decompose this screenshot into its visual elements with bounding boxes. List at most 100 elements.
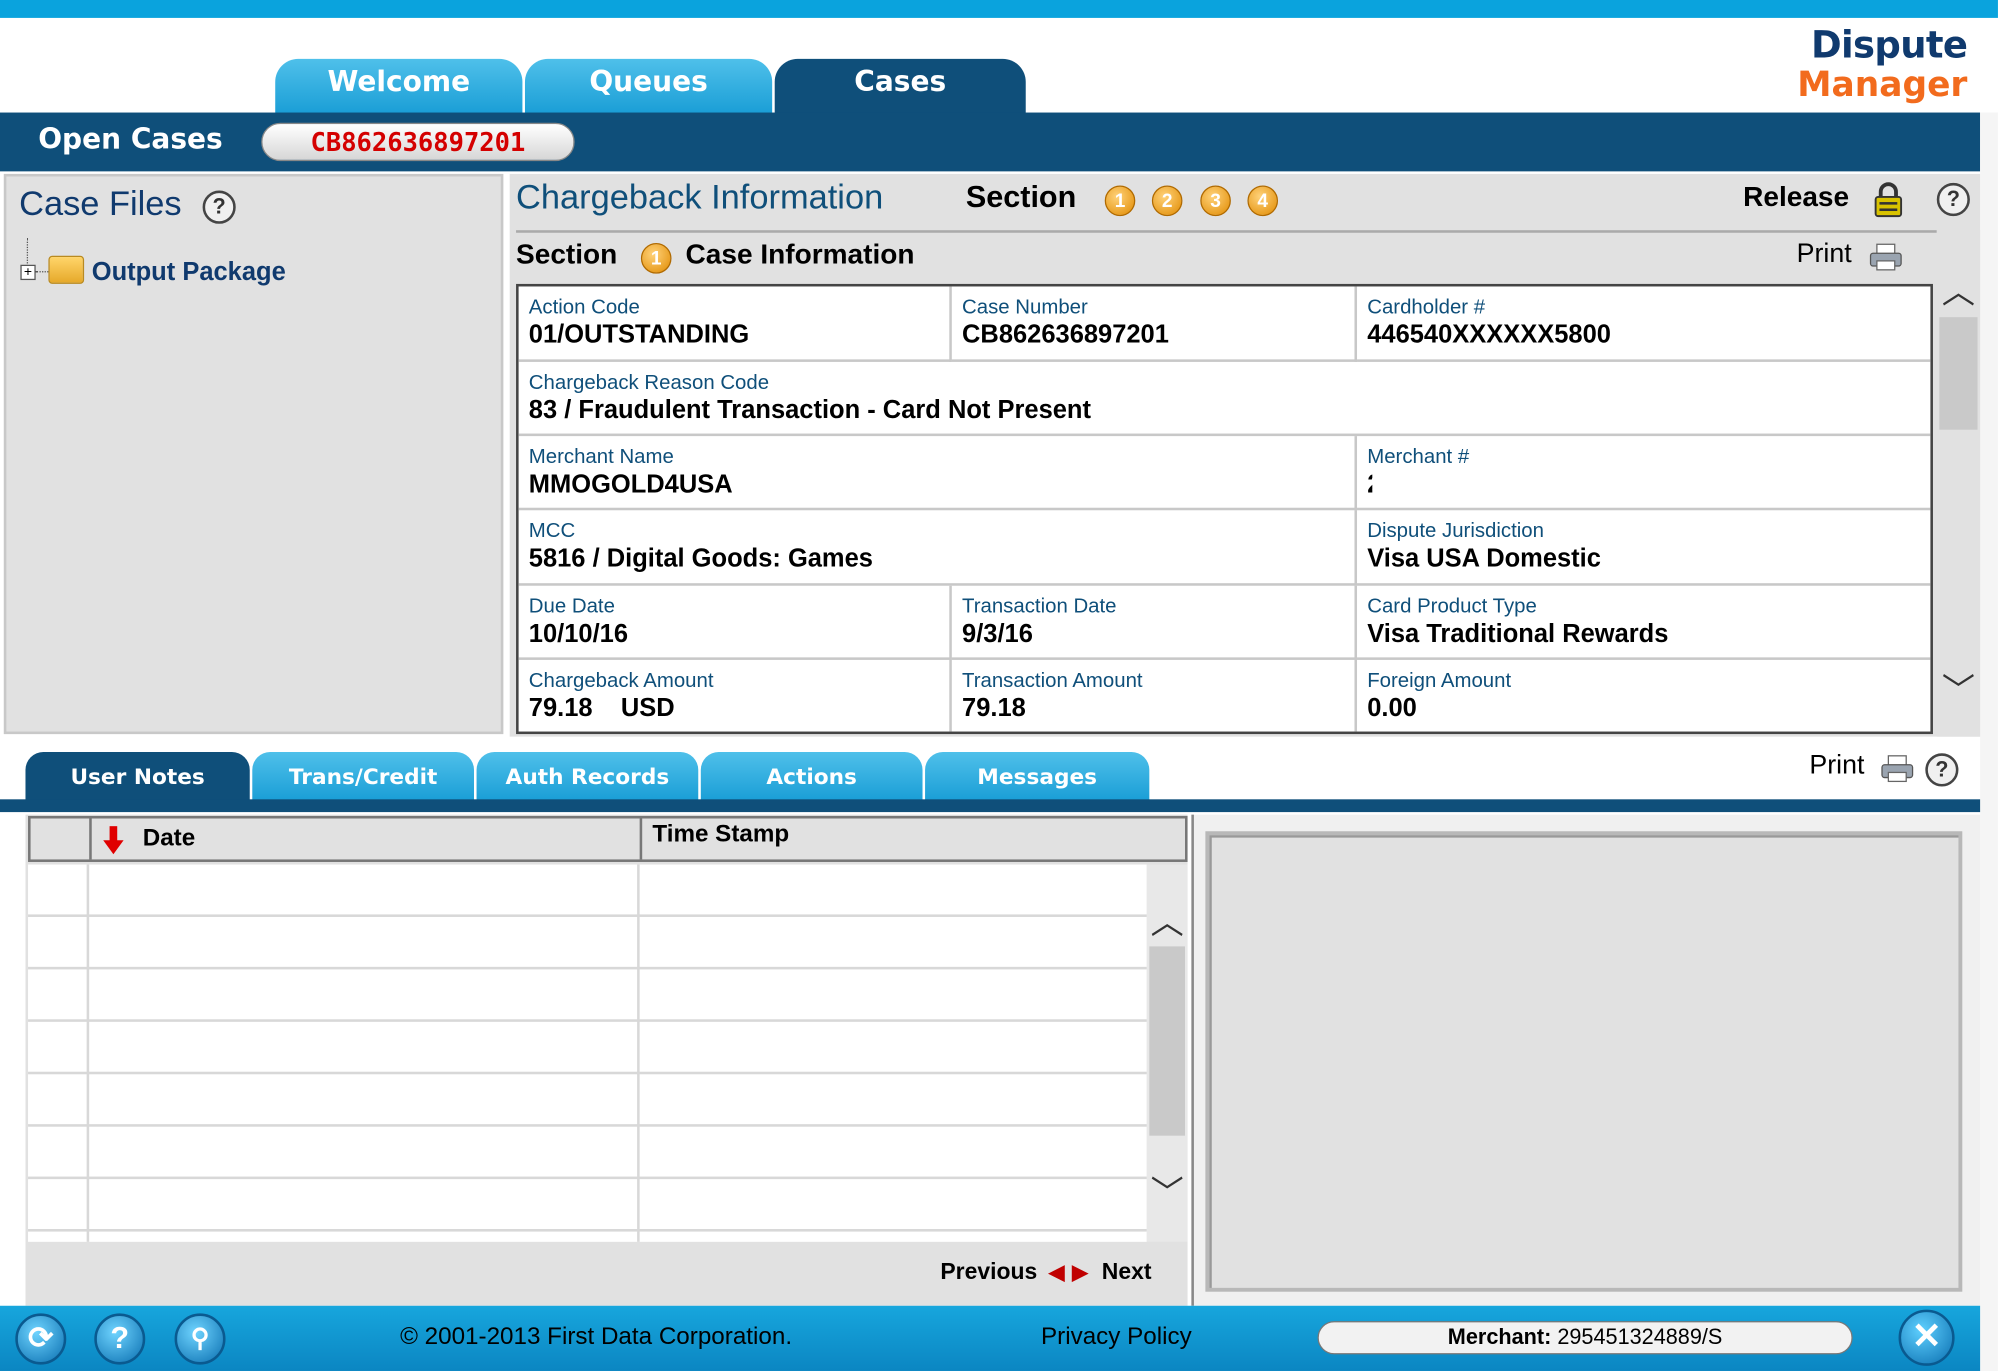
- tab-user-notes[interactable]: User Notes: [25, 751, 250, 801]
- field-label: Action Code: [528, 296, 640, 319]
- scroll-down-icon[interactable]: ﹀: [1939, 665, 1977, 712]
- field-mcc: MCC 5816 / Digital Goods: Games: [518, 510, 1358, 586]
- release-button[interactable]: Release: [1743, 180, 1849, 213]
- tab-trans-credit[interactable]: Trans/Credit: [252, 751, 475, 801]
- field-value: Visa USA Domestic: [1367, 544, 1601, 573]
- field-value: Visa Traditional Rewards: [1367, 620, 1669, 649]
- privacy-policy-link[interactable]: Privacy Policy: [1041, 1324, 1192, 1352]
- open-cases-label: Open Cases: [38, 124, 223, 157]
- field-action-code: Action Code 01/OUTSTANDING: [518, 286, 952, 362]
- field-transaction-date: Transaction Date 9/3/16: [951, 585, 1358, 660]
- field-label: Transaction Amount: [962, 670, 1143, 692]
- field-label: Dispute Jurisdiction: [1367, 520, 1544, 543]
- merchant-indicator: Merchant: 295451324889/S: [1317, 1321, 1853, 1355]
- lock-icon[interactable]: [1873, 182, 1904, 218]
- field-value: 79.18: [962, 694, 1026, 723]
- merchant-label: Merchant:: [1447, 1324, 1552, 1350]
- printer-icon[interactable]: [1869, 243, 1902, 271]
- field-reason-code: Chargeback Reason Code 83 / Fraudulent T…: [518, 362, 1931, 437]
- field-label: Foreign Amount: [1367, 670, 1512, 692]
- print-notes-link[interactable]: Print: [1809, 751, 1864, 782]
- field-value: MMOGOLD4USA: [528, 470, 733, 499]
- section-1-button[interactable]: 1: [1104, 185, 1136, 217]
- field-value: 83 / Fraudulent Transaction - Card Not P…: [528, 396, 1091, 425]
- next-button[interactable]: Next: [1102, 1258, 1152, 1284]
- copyright-text: © 2001-2013 First Data Corporation.: [400, 1323, 793, 1351]
- bottom-tab-bar: [0, 799, 1981, 813]
- field-label: Merchant Name: [528, 446, 674, 469]
- notes-table-body: [28, 864, 1147, 1242]
- merchant-value: 295451324889/S: [1551, 1324, 1723, 1350]
- field-foreign-amount: Foreign Amount 0.00: [1357, 660, 1930, 732]
- previous-arrow-icon[interactable]: ◀: [1049, 1262, 1065, 1284]
- field-merchant-name: Merchant Name MMOGOLD4USA: [518, 436, 1358, 511]
- field-transaction-amount: Transaction Amount 79.18: [952, 659, 1358, 732]
- tree-item-output-package[interactable]: Output Package: [92, 258, 286, 287]
- logo-manager: Manager: [1797, 65, 1968, 105]
- help-icon[interactable]: ?: [94, 1313, 146, 1365]
- table-row[interactable]: [28, 1124, 1147, 1127]
- field-due-date: Due Date 10/10/16: [518, 585, 952, 660]
- field-value: 79.18 USD: [528, 694, 675, 723]
- main-help-icon[interactable]: ?: [1936, 182, 1970, 217]
- notes-scrollbar-thumb[interactable]: [1149, 946, 1186, 1136]
- tab-messages[interactable]: Messages: [925, 751, 1150, 801]
- field-value: 446540XXXXXX5800: [1367, 321, 1611, 350]
- scroll-down-icon[interactable]: ﹀: [1148, 1168, 1186, 1215]
- field-card-product: Card Product Type Visa Traditional Rewar…: [1357, 586, 1931, 660]
- field-value: CB862636897201: [962, 321, 1169, 350]
- next-arrow-icon[interactable]: ▶: [1072, 1262, 1088, 1284]
- field-value: 5816 / Digital Goods: Games: [528, 544, 873, 573]
- field-label: Chargeback Reason Code: [528, 372, 770, 394]
- section-3-button[interactable]: 3: [1200, 185, 1231, 217]
- column-divider: [637, 864, 640, 1242]
- close-icon[interactable]: ✕: [1898, 1309, 1955, 1366]
- print-case-link[interactable]: Print: [1797, 239, 1852, 270]
- sub-section-number: 1: [640, 242, 672, 274]
- search-icon[interactable]: ⚲: [174, 1313, 226, 1365]
- table-row[interactable]: [28, 1071, 1147, 1075]
- note-preview-pane[interactable]: [1205, 831, 1963, 1292]
- field-merchant-number: Merchant # 2: [1357, 436, 1931, 511]
- scroll-up-icon[interactable]: ︿: [1148, 897, 1186, 944]
- section-4-button[interactable]: 4: [1247, 185, 1279, 217]
- case-information-title: Case Information: [685, 237, 915, 270]
- open-case-tab[interactable]: CB862636897201: [261, 122, 575, 162]
- sort-down-arrow-icon[interactable]: [102, 825, 125, 856]
- info-scrollbar-thumb[interactable]: [1939, 317, 1978, 430]
- table-row[interactable]: [28, 966, 1147, 970]
- table-row[interactable]: [28, 1229, 1147, 1232]
- section-label: Section: [965, 180, 1077, 215]
- field-label: Card Product Type: [1367, 595, 1537, 618]
- date-column-header[interactable]: Date: [92, 818, 643, 860]
- tab-queues[interactable]: Queues: [524, 58, 773, 114]
- field-label: Due Date: [528, 595, 615, 618]
- case-info-grid: Action Code 01/OUTSTANDING Case Number C…: [516, 283, 1933, 735]
- table-row[interactable]: [28, 914, 1147, 917]
- previous-button[interactable]: Previous: [940, 1258, 1037, 1284]
- tab-auth-records[interactable]: Auth Records: [476, 751, 699, 801]
- table-row[interactable]: [28, 1019, 1147, 1022]
- tab-cases[interactable]: Cases: [774, 58, 1026, 114]
- notes-help-icon[interactable]: ?: [1925, 753, 1959, 787]
- field-value: 9/3/16: [962, 620, 1033, 649]
- expand-icon[interactable]: +: [20, 264, 36, 281]
- case-files-help-icon[interactable]: ?: [202, 190, 236, 224]
- tab-actions[interactable]: Actions: [700, 751, 923, 801]
- printer-icon[interactable]: [1881, 755, 1914, 783]
- right-edge: [1980, 112, 1998, 1371]
- field-value: 0.00: [1367, 694, 1417, 723]
- field-cardholder: Cardholder # 446540XXXXXX5800: [1357, 286, 1931, 362]
- field-label: Transaction Date: [962, 595, 1117, 618]
- table-row[interactable]: [28, 1176, 1147, 1180]
- field-label: Chargeback Amount: [528, 670, 714, 692]
- sub-section-label: Section: [516, 237, 618, 270]
- section-2-button[interactable]: 2: [1151, 185, 1183, 217]
- field-value: 10/10/16: [528, 620, 629, 649]
- tab-welcome[interactable]: Welcome: [275, 58, 523, 114]
- refresh-icon[interactable]: ⟳: [15, 1313, 67, 1365]
- column-divider: [86, 864, 90, 1242]
- timestamp-column-header[interactable]: Time Stamp: [642, 818, 1185, 859]
- select-column-header: [31, 818, 92, 860]
- scroll-up-icon[interactable]: ︿: [1939, 266, 1977, 313]
